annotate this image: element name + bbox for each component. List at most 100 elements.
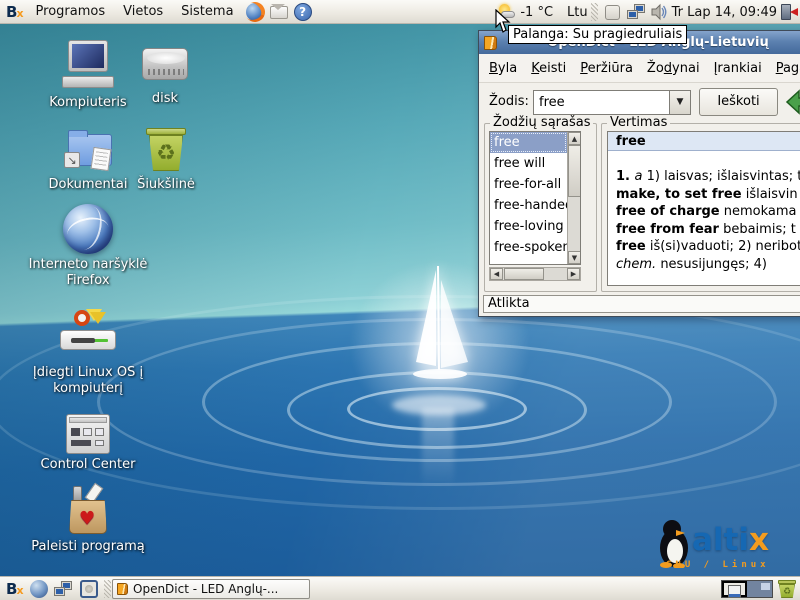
word-combobox[interactable]: free ▼	[533, 90, 691, 115]
applet-drag-handle[interactable]	[591, 3, 598, 21]
window-menu-item-0[interactable]: Byla	[482, 54, 524, 83]
keyboard-layout-indicator[interactable]: Ltu	[567, 5, 588, 20]
trash-bin-icon: ♻	[144, 126, 188, 174]
translation-line: chem. nesusijungęs; 4)	[616, 256, 800, 274]
baltix-window-selector-icon[interactable]: Bx	[2, 580, 27, 598]
desktop-icon-control-center[interactable]: Control Center	[28, 414, 148, 473]
wordlist-frame-title: Žodžių sąrašas	[490, 115, 593, 131]
search-button[interactable]: Ieškoti	[699, 88, 778, 116]
desktop-icon-disk[interactable]: disk	[125, 42, 205, 107]
translation-frame: Vertimas free 1. a 1) laisvas; išlaisvin…	[601, 123, 800, 292]
clock[interactable]: Tr Lap 14, 09:49	[672, 5, 777, 20]
menu-vietos[interactable]: Vietos	[114, 0, 172, 24]
taskbar-task-label: OpenDict - LED Anglų-...	[133, 582, 278, 596]
screens-launcher-icon[interactable]	[54, 580, 74, 598]
baltix-logo: altix GNU / Linux	[652, 518, 800, 574]
volume-icon[interactable]	[650, 3, 668, 21]
translation-line: free of charge nemokama	[616, 203, 800, 221]
window-menu-item-4[interactable]: Įrankiai	[707, 54, 769, 83]
word-list-item[interactable]: free-loving	[490, 216, 567, 237]
desktop-icon-run-program[interactable]: ♥ Paleisti programą	[18, 484, 158, 555]
window-menubar: BylaKeistiPeržiūraŽodynaiĮrankiaiPagalba	[479, 54, 800, 83]
globe-launcher-icon[interactable]	[30, 580, 48, 598]
bottom-panel: Bx OpenDict - LED Anglų-... ♻	[0, 576, 800, 600]
window-menu-item-1[interactable]: Keisti	[524, 54, 573, 83]
translation-line: free from fear bebaimis; t	[616, 221, 800, 239]
workspace-1-active[interactable]	[722, 581, 747, 597]
desktop-icon-trash[interactable]: ♻ Šiukšlinė	[122, 126, 210, 193]
word-list-item[interactable]: free will	[490, 153, 567, 174]
translation-frame-title: Vertimas	[607, 115, 670, 131]
scroll-up-icon[interactable]: ▲	[568, 132, 581, 145]
desktop-icon-label: Control Center	[28, 457, 148, 473]
window-menu-item-3[interactable]: Žodynai	[640, 54, 707, 83]
workspace-2[interactable]	[747, 581, 772, 597]
mouse-cursor	[494, 9, 514, 35]
baltix-menu-icon[interactable]: Bx	[2, 3, 27, 21]
weather-tooltip: Palanga: Su pragiedruliais	[508, 25, 687, 44]
documents-folder-icon: ↘	[62, 126, 114, 174]
computer-icon	[62, 40, 114, 92]
baltix-gnu-linux-label: GNU / Linux	[666, 560, 770, 570]
network-monitors-icon[interactable]	[627, 3, 647, 21]
show-desktop-icon[interactable]	[80, 580, 98, 598]
scroll-left-icon[interactable]: ◀	[490, 268, 503, 280]
window-statusbar: Atlikta	[483, 295, 800, 313]
word-label: Žodis:	[489, 94, 529, 109]
globe-browser-icon	[63, 204, 113, 254]
desktop-icon-install-linux[interactable]: Įdiegti Linux OS į kompiuterį	[13, 310, 163, 398]
tray-square-icon[interactable]	[605, 5, 620, 20]
translation-textarea[interactable]: free 1. a 1) laisvas; išlaisvintas; tmak…	[607, 131, 800, 286]
menu-programos[interactable]: Programos	[27, 0, 115, 24]
sailboat	[394, 262, 486, 402]
translation-body: 1. a 1) laisvas; išlaisvintas; tmake, to…	[608, 151, 800, 273]
translation-headword: free	[608, 132, 800, 151]
desktop-icon-firefox[interactable]: Interneto naršyklė Firefox	[18, 204, 158, 290]
top-panel-right: -1 °C Ltu Tr Lap 14, 09:49	[494, 0, 798, 24]
taskbar-task-opendict[interactable]: OpenDict - LED Anglų-...	[112, 579, 310, 599]
baltix-wordmark: altix	[692, 522, 769, 558]
mail-launcher-icon[interactable]	[270, 6, 288, 19]
opendict-book-icon	[117, 583, 128, 595]
logout-icon[interactable]	[781, 3, 798, 21]
scroll-down-icon[interactable]: ▼	[568, 251, 581, 264]
translation-line: 1. a 1) laisvas; išlaisvintas; t	[616, 168, 800, 186]
firefox-launcher-icon[interactable]	[246, 3, 264, 21]
boat-reflection	[422, 408, 454, 488]
window-menu-item-2[interactable]: Peržiūra	[573, 54, 640, 83]
menu-sistema[interactable]: Sistema	[172, 0, 242, 24]
disk-icon	[142, 42, 188, 88]
word-list: freefree willfree-for-allfree-handedfree…	[490, 132, 567, 258]
translation-line: make, to set free išlaisvin	[616, 186, 800, 204]
bottom-panel-left: Bx	[2, 577, 114, 600]
back-arrow-icon[interactable]	[785, 89, 800, 115]
trash-applet-icon[interactable]: ♻	[777, 579, 797, 599]
wordlist-frame: Žodžių sąrašas freefree willfree-for-all…	[484, 123, 597, 292]
vertical-scrollbar[interactable]: ▲ ▼	[567, 132, 580, 264]
word-list-item[interactable]: free-for-all	[490, 174, 567, 195]
combobox-dropdown-button[interactable]: ▼	[669, 91, 690, 114]
help-launcher-icon[interactable]: ?	[294, 3, 312, 21]
top-panel-left: Bx Programos Vietos Sistema ?	[2, 0, 315, 24]
translation-line: free iš(si)vaduoti; 2) neribot	[616, 238, 800, 256]
word-list-item[interactable]: free-handed	[490, 195, 567, 216]
desktop-icon-label: Interneto naršyklė Firefox	[18, 257, 158, 290]
scrollbar-thumb[interactable]	[504, 268, 544, 280]
desktop-icon-label: Įdiegti Linux OS į kompiuterį	[13, 365, 163, 398]
weather-temperature[interactable]: -1 °C	[520, 5, 553, 20]
desktop-icon-label: Paleisti programą	[18, 539, 158, 555]
workspace-switcher[interactable]	[721, 580, 773, 598]
word-list-item[interactable]: free	[490, 132, 567, 153]
opendict-window: OpenDict - LED Anglų-Lietuvių BylaKeisti…	[478, 30, 800, 317]
run-program-icon: ♥	[65, 484, 111, 536]
horizontal-scrollbar[interactable]: ◀ ▶	[489, 267, 581, 281]
window-menu-item-5[interactable]: Pagalba	[769, 54, 800, 83]
taskbar-drag-handle[interactable]	[104, 580, 111, 598]
install-drive-icon	[60, 310, 116, 362]
word-listbox[interactable]: freefree willfree-for-allfree-handedfree…	[489, 131, 581, 265]
scroll-right-icon[interactable]: ▶	[567, 268, 580, 280]
desktop-icon-label: Šiukšlinė	[122, 177, 210, 193]
scrollbar-thumb[interactable]	[568, 145, 581, 197]
word-list-item[interactable]: free-spoken	[490, 237, 567, 258]
top-panel: Bx Programos Vietos Sistema ? -1 °C Ltu …	[0, 0, 800, 24]
